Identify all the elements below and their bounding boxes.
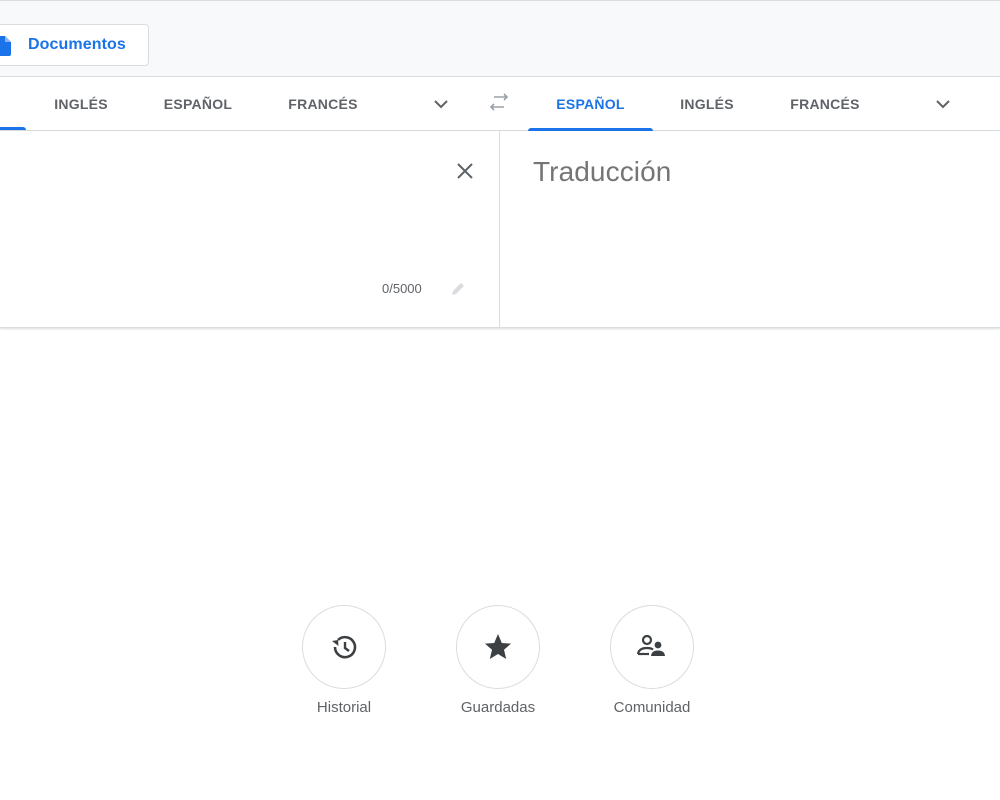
swap-languages-icon[interactable] xyxy=(487,93,511,115)
source-tab-ingles[interactable]: INGLÉS xyxy=(44,77,118,131)
source-tab-label: FRANCÉS xyxy=(288,96,358,112)
saved-label: Guardadas xyxy=(460,699,536,716)
pencil-icon xyxy=(452,283,464,295)
target-more-languages-chevron-down-icon[interactable] xyxy=(933,94,953,114)
documents-button-label: Documentos xyxy=(28,36,126,53)
history-label: Historial xyxy=(316,699,372,716)
target-tab-label: FRANCÉS xyxy=(790,96,860,112)
source-more-languages-chevron-down-icon[interactable] xyxy=(431,94,451,114)
close-icon[interactable] xyxy=(453,159,477,183)
translation-placeholder: Traducción xyxy=(533,156,672,187)
target-tab-espanol[interactable]: ESPAÑOL xyxy=(528,77,653,131)
documents-button[interactable]: Documentos xyxy=(0,24,149,66)
source-active-indicator xyxy=(0,127,26,130)
language-bar: INGLÉS ESPAÑOL FRANCÉS ESPAÑOL INGLÉS FR… xyxy=(0,77,1000,131)
source-tab-espanol[interactable]: ESPAÑOL xyxy=(152,77,244,131)
history-action[interactable]: Historial xyxy=(302,605,386,716)
history-icon xyxy=(332,635,357,659)
source-tab-label: INGLÉS xyxy=(54,96,108,112)
source-tab-frances[interactable]: FRANCÉS xyxy=(277,77,369,131)
community-icon xyxy=(636,634,665,656)
target-tab-ingles[interactable]: INGLÉS xyxy=(670,77,744,131)
community-action[interactable]: Comunidad xyxy=(610,605,694,716)
translation-panes: 0/5000 Traducción xyxy=(0,131,1000,328)
source-tab-label: ESPAÑOL xyxy=(163,96,233,112)
star-icon xyxy=(485,634,511,659)
input-type-bar: Documentos xyxy=(0,0,1000,77)
community-label: Comunidad xyxy=(613,699,691,716)
saved-button[interactable] xyxy=(456,605,540,689)
source-text-area[interactable] xyxy=(0,131,499,328)
history-button[interactable] xyxy=(302,605,386,689)
community-button[interactable] xyxy=(610,605,694,689)
document-icon xyxy=(0,36,11,56)
target-tab-frances[interactable]: FRANCÉS xyxy=(779,77,871,131)
character-count: 0/5000 xyxy=(382,281,422,296)
saved-action[interactable]: Guardadas xyxy=(456,605,540,716)
target-tab-label: ESPAÑOL xyxy=(556,96,625,112)
target-tab-label: INGLÉS xyxy=(680,96,734,112)
pane-divider xyxy=(499,131,500,328)
